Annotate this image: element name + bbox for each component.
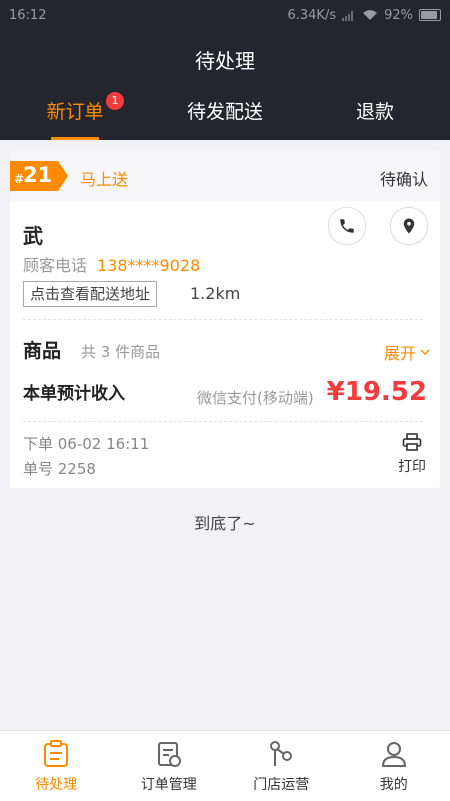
- app-header: 16:12 6.34K/s 92% 待处理 新订单 1 待发配送 退款: [0, 0, 450, 140]
- customer-phone[interactable]: 138****9028: [97, 256, 200, 275]
- tab-refunds[interactable]: 退款: [300, 90, 450, 140]
- battery-icon: [419, 9, 441, 21]
- order-card[interactable]: # 21 马上送 待确认 武 顾客电话138****9028 点击查看配送地址 …: [10, 151, 440, 488]
- chevron-down-icon: [420, 349, 430, 356]
- income-label: 本单预计收入: [23, 379, 125, 404]
- active-tab-indicator: [51, 137, 99, 140]
- nav-label: 门店运营: [225, 774, 338, 794]
- user-icon: [381, 740, 407, 768]
- nav-label: 订单管理: [113, 774, 226, 794]
- order-time: 下单 06-02 16:11: [23, 433, 149, 454]
- printer-icon: [402, 433, 422, 451]
- clipboard-icon: [43, 740, 69, 768]
- order-card-header: # 21 马上送 待确认: [10, 151, 440, 201]
- status-time: 16:12: [9, 8, 46, 23]
- store-operations-icon: [267, 740, 295, 768]
- tab-new-orders[interactable]: 新订单 1: [0, 90, 150, 140]
- order-number: 21: [23, 163, 52, 187]
- phone-label: 顾客电话: [23, 256, 87, 275]
- order-id: 单号 2258: [23, 458, 96, 479]
- signal-icon: [342, 9, 356, 21]
- nav-item-profile[interactable]: 我的: [338, 731, 450, 801]
- wifi-icon: [362, 9, 378, 21]
- phone-icon: [338, 217, 356, 235]
- nav-label: 我的: [338, 774, 450, 794]
- expand-label: 展开: [384, 340, 416, 364]
- order-list-icon: [156, 740, 182, 768]
- delivery-type: 马上送: [80, 166, 128, 190]
- customer-phone-row: 顾客电话 138****9028: [23, 252, 200, 276]
- order-status: 待确认: [380, 166, 428, 190]
- network-speed: 6.34K/s: [287, 8, 336, 23]
- nav-item-order-management[interactable]: 订单管理: [113, 731, 226, 801]
- divider: [23, 319, 423, 320]
- estimated-income: ¥19.52: [327, 377, 427, 407]
- tab-label: 新订单: [46, 101, 103, 123]
- tab-pending-delivery[interactable]: 待发配送: [150, 90, 300, 140]
- battery-percent: 92%: [384, 8, 413, 23]
- new-order-badge: 1: [106, 92, 124, 110]
- print-button[interactable]: 打印: [396, 433, 428, 476]
- divider: [23, 421, 423, 422]
- nav-item-store-operations[interactable]: 门店运营: [225, 731, 338, 801]
- nav-label: 待处理: [0, 774, 113, 794]
- tab-label: 退款: [356, 101, 394, 123]
- bottom-nav: 待处理 订单管理 门店运营: [0, 730, 450, 801]
- location-pin-icon: [400, 217, 418, 235]
- call-button[interactable]: [328, 207, 366, 245]
- delivery-distance: 1.2km: [190, 284, 240, 303]
- nav-item-pending[interactable]: 待处理: [0, 731, 113, 801]
- page-title: 待处理: [0, 46, 450, 76]
- print-label: 打印: [396, 456, 428, 476]
- end-of-list-text: 到底了~: [0, 510, 450, 534]
- goods-count: 共 3 件商品: [81, 341, 160, 362]
- payment-method: 微信支付(移动端): [197, 387, 314, 408]
- location-button[interactable]: [390, 207, 428, 245]
- customer-name: 武: [23, 220, 43, 249]
- goods-title: 商品: [23, 336, 61, 363]
- view-address-button[interactable]: 点击查看配送地址: [23, 281, 157, 307]
- order-number-tag: # 21: [10, 161, 68, 191]
- expand-goods-button[interactable]: 展开: [384, 340, 430, 364]
- tab-bar: 新订单 1 待发配送 退款: [0, 90, 450, 140]
- status-bar: 16:12 6.34K/s 92%: [0, 0, 450, 30]
- tab-label: 待发配送: [187, 101, 263, 123]
